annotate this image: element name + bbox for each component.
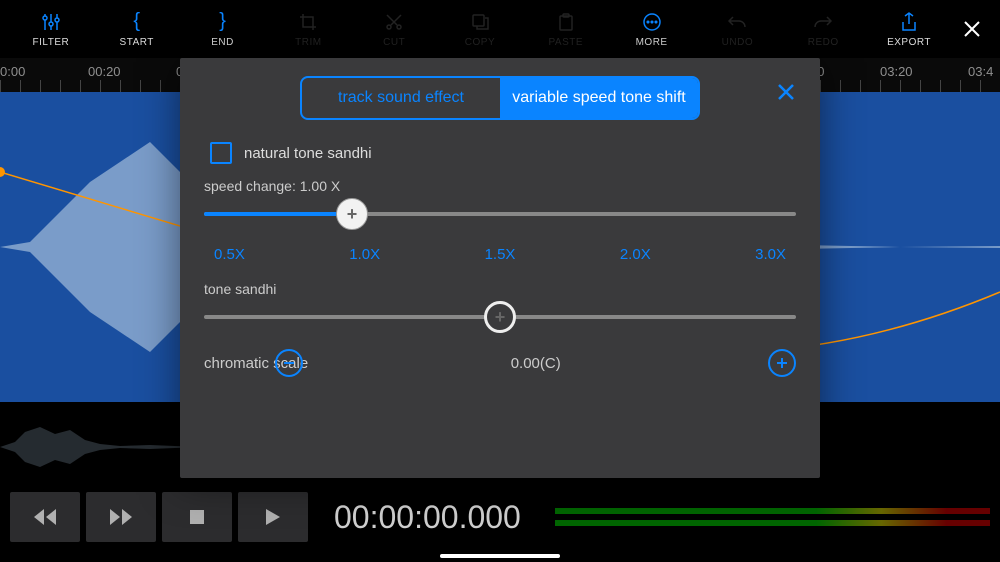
close-icon xyxy=(963,20,981,38)
home-indicator xyxy=(440,554,560,558)
toolbar: FILTER { START } END TRIM CUT COPY PASTE… xyxy=(0,0,1000,58)
speed-tick[interactable]: 1.5X xyxy=(485,246,516,263)
export-button[interactable]: EXPORT xyxy=(866,11,952,48)
ruler-mark: 0:00 xyxy=(0,64,25,79)
copy-icon xyxy=(469,11,491,33)
close-button[interactable] xyxy=(952,20,992,38)
play-icon xyxy=(266,509,280,525)
redo-button: REDO xyxy=(780,11,866,48)
paste-button: PASTE xyxy=(523,11,609,48)
forward-icon xyxy=(110,509,132,525)
modal-close-button[interactable] xyxy=(776,82,796,107)
speed-change-label: speed change: 1.00 X xyxy=(204,178,796,194)
checkbox-label: natural tone sandhi xyxy=(244,145,372,162)
tool-label: END xyxy=(211,37,234,48)
tool-label: CUT xyxy=(383,37,405,48)
rewind-button[interactable] xyxy=(10,492,80,542)
tool-label: COPY xyxy=(465,37,495,48)
modal-tabs: track sound effect variable speed tone s… xyxy=(300,76,700,120)
speed-tone-modal: track sound effect variable speed tone s… xyxy=(180,58,820,478)
tab-variable-speed-tone-shift[interactable]: variable speed tone shift xyxy=(500,78,698,118)
more-button[interactable]: MORE xyxy=(609,11,695,48)
start-button[interactable]: { START xyxy=(94,11,180,48)
natural-tone-sandhi-checkbox[interactable] xyxy=(210,142,232,164)
tool-label: UNDO xyxy=(722,37,753,48)
end-button[interactable]: } END xyxy=(180,11,266,48)
slider-thumb[interactable]: + xyxy=(336,198,368,230)
forward-button[interactable] xyxy=(86,492,156,542)
export-icon xyxy=(898,11,920,33)
chromatic-value: 0.00(C) xyxy=(511,355,561,372)
copy-button: COPY xyxy=(437,11,523,48)
speed-tick[interactable]: 3.0X xyxy=(755,246,786,263)
crop-icon xyxy=(297,11,319,33)
tool-label: TRIM xyxy=(295,37,321,48)
timecode-display: 00:00:00.000 xyxy=(334,499,521,536)
chromatic-plus-button[interactable] xyxy=(768,349,796,377)
tone-sandhi-label: tone sandhi xyxy=(204,281,796,297)
level-bar-l xyxy=(555,508,990,514)
transport-bar: 00:00:00.000 xyxy=(0,482,1000,562)
rewind-icon xyxy=(34,509,56,525)
speed-tick[interactable]: 1.0X xyxy=(349,246,380,263)
slider-thumb[interactable]: + xyxy=(484,301,516,333)
trim-button: TRIM xyxy=(265,11,351,48)
level-meters xyxy=(555,508,990,526)
ruler-mark: 03:4 xyxy=(968,64,993,79)
undo-button: UNDO xyxy=(695,11,781,48)
tool-label: MORE xyxy=(636,37,668,48)
sliders-icon xyxy=(40,11,62,33)
cut-button: CUT xyxy=(351,11,437,48)
level-bar-r xyxy=(555,520,990,526)
more-icon xyxy=(641,11,663,33)
tool-label: PASTE xyxy=(549,37,584,48)
speed-tick[interactable]: 2.0X xyxy=(620,246,651,263)
speed-slider[interactable]: + xyxy=(204,212,796,216)
stop-button[interactable] xyxy=(162,492,232,542)
play-button[interactable] xyxy=(238,492,308,542)
brace-right-icon: } xyxy=(212,11,234,33)
tool-label: EXPORT xyxy=(887,37,931,48)
speed-tick-labels: 0.5X 1.0X 1.5X 2.0X 3.0X xyxy=(214,246,786,263)
speed-tick[interactable]: 0.5X xyxy=(214,246,245,263)
close-icon xyxy=(776,82,796,102)
tool-label: START xyxy=(120,37,154,48)
tone-slider[interactable]: + xyxy=(204,315,796,319)
chromatic-minus-button[interactable] xyxy=(275,349,303,377)
ruler-mark: 00:20 xyxy=(88,64,121,79)
brace-left-icon: { xyxy=(126,11,148,33)
paste-icon xyxy=(555,11,577,33)
undo-icon xyxy=(726,11,748,33)
tool-label: FILTER xyxy=(33,37,70,48)
stop-icon xyxy=(190,510,204,524)
redo-icon xyxy=(812,11,834,33)
tab-track-sound-effect[interactable]: track sound effect xyxy=(302,78,500,118)
filter-button[interactable]: FILTER xyxy=(8,11,94,48)
ruler-mark: 03:20 xyxy=(880,64,913,79)
plus-icon xyxy=(775,356,789,370)
minus-icon xyxy=(282,356,296,370)
scissors-icon xyxy=(383,11,405,33)
slider-fill xyxy=(204,212,352,216)
tool-label: REDO xyxy=(808,37,839,48)
